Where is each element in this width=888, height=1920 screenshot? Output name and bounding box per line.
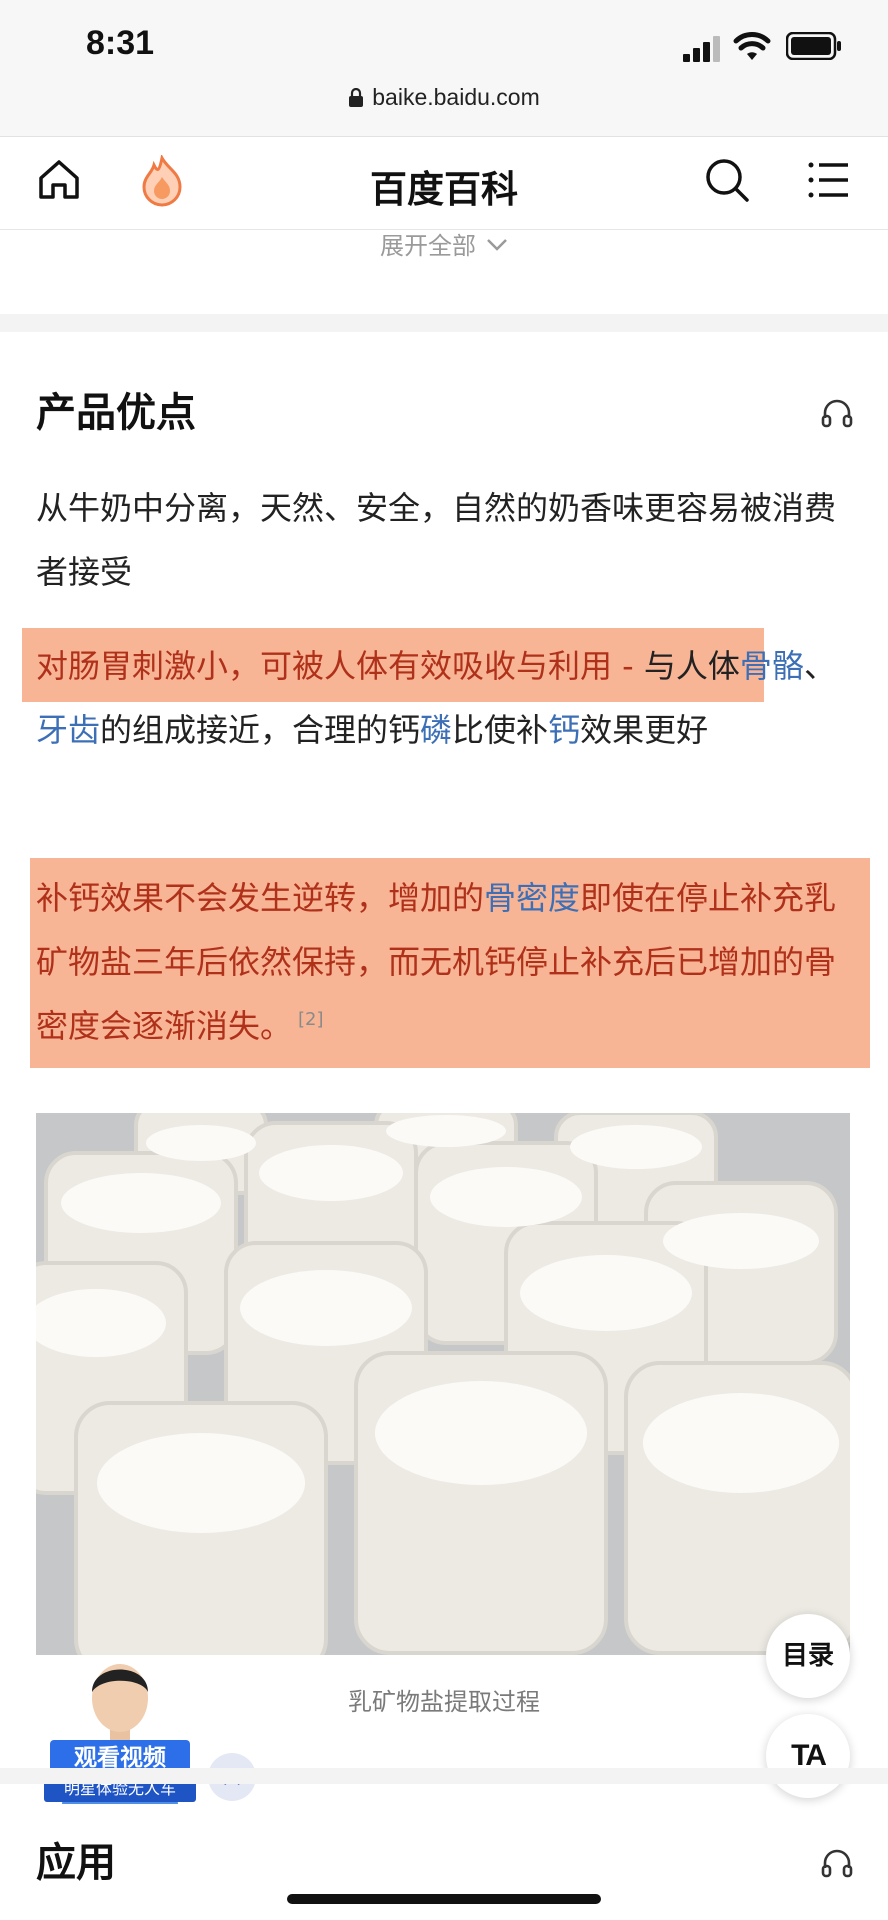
expand-all-button[interactable]: 展开全部 <box>0 226 888 261</box>
mineral-salt-cups-image <box>36 1113 850 1655</box>
reference-mark[interactable]: [2] <box>298 1009 324 1030</box>
article-image[interactable] <box>36 1113 850 1655</box>
link-bone-density[interactable]: 骨密度 <box>484 879 580 917</box>
headphone-icon[interactable] <box>820 1846 854 1880</box>
para2-text-c: 比使补 <box>452 711 549 749</box>
link-bone[interactable]: 骨骼 <box>740 647 804 685</box>
battery-icon <box>786 32 841 60</box>
top-navbar: 百度百科 <box>0 136 888 230</box>
chevron-down-icon <box>487 239 507 251</box>
para3-text-a: 补钙效果不会发生逆转，增加的 <box>36 879 485 917</box>
signal-icon <box>683 36 720 62</box>
status-bar: 8:31 baike.baidu.com <box>0 0 888 136</box>
status-time: 8:31 <box>86 24 155 62</box>
menu-icon[interactable] <box>806 157 852 203</box>
section-title-applications: 应用 <box>36 1840 116 1886</box>
para2-text-b: 的组成接近，合理的钙 <box>100 711 421 749</box>
link-calcium[interactable]: 钙 <box>548 711 580 749</box>
toc-button[interactable]: 目录 <box>766 1614 850 1698</box>
lock-icon <box>349 88 364 107</box>
para2-text-a: 与人体 <box>633 647 740 685</box>
expand-all-label: 展开全部 <box>380 232 476 260</box>
para2-sep: 、 <box>803 647 836 685</box>
ta-button[interactable]: TA <box>766 1714 850 1798</box>
paragraph-3: 补钙效果不会发生逆转，增加的骨密度即使在停止补充乳矿物盐三年后依然保持，而无机钙… <box>36 866 854 1058</box>
url-text: baike.baidu.com <box>372 84 540 110</box>
link-phosphorus[interactable]: 磷 <box>420 711 452 749</box>
home-indicator[interactable] <box>287 1894 601 1904</box>
para2-text-d: 效果更好 <box>580 711 709 749</box>
highlight-text-1: 对肠胃刺激小，可被人体有效吸收与利用 - <box>36 647 634 685</box>
section-title-advantages: 产品优点 <box>36 390 196 436</box>
search-icon[interactable] <box>704 157 750 203</box>
paragraph-1: 从牛奶中分离，天然、安全，自然的奶香味更容易被消费者接受 <box>36 489 837 591</box>
headphone-icon[interactable] <box>820 396 854 430</box>
paragraph-2: 对肠胃刺激小，可被人体有效吸收与利用 - 与人体骨骼、牙齿的组成接近，合理的钙磷… <box>36 634 854 762</box>
wifi-icon <box>733 32 771 60</box>
section-divider-2 <box>0 1768 888 1784</box>
section-divider <box>0 314 888 332</box>
address-bar[interactable]: baike.baidu.com <box>0 84 888 111</box>
site-title: 百度百科 <box>370 168 518 211</box>
link-teeth[interactable]: 牙齿 <box>36 711 100 749</box>
